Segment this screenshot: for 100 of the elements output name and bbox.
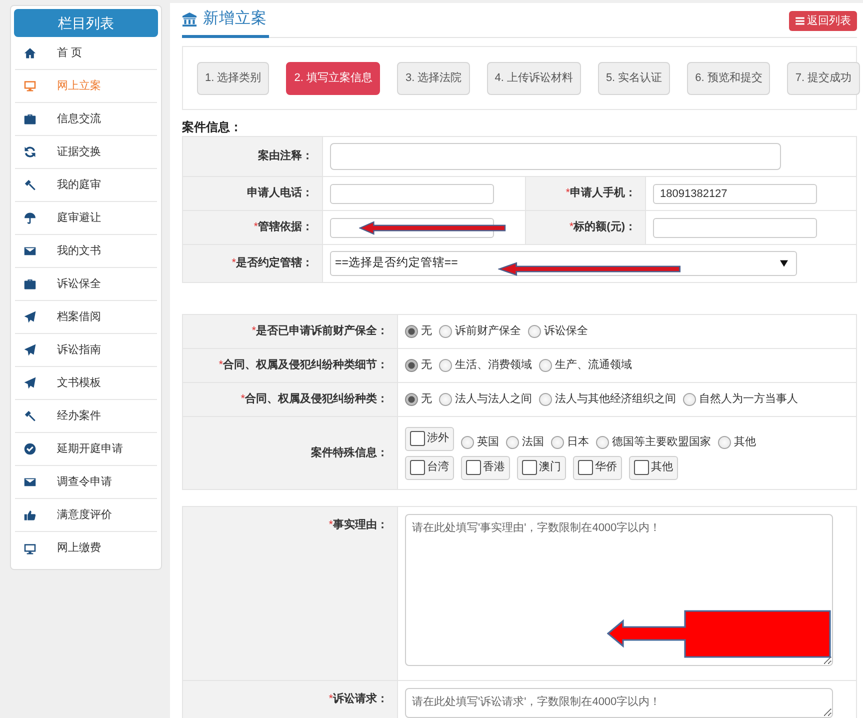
option-label[interactable]: 无 [421, 357, 432, 374]
umbrella-icon [24, 212, 36, 224]
page-title: 新增立案 [203, 8, 267, 30]
gavel-icon [24, 410, 36, 422]
sidebar-item[interactable]: 诉讼指南 [15, 334, 157, 367]
field-label: 案件特殊信息： [182, 416, 398, 490]
briefcase-icon [24, 113, 36, 125]
radio-button[interactable] [439, 325, 452, 338]
checkbox-option[interactable]: 其他 [629, 456, 678, 480]
option-label[interactable]: 法人与法人之间 [455, 391, 532, 408]
paper-plane-icon [24, 344, 36, 356]
briefcase-icon [24, 278, 36, 290]
radio-button[interactable] [539, 359, 552, 372]
field-label: *是否已申请诉前财产保全： [182, 314, 398, 348]
option-label[interactable]: 生活、消费领域 [455, 357, 532, 374]
option-label[interactable]: 德国等主要欧盟国家 [612, 434, 711, 450]
text-input[interactable]: 18091382127 [653, 184, 817, 204]
option-label[interactable]: 诉前财产保全 [455, 323, 521, 340]
step-tab[interactable]: 1. 选择类别 [197, 62, 270, 94]
radio-button[interactable] [405, 325, 418, 338]
sidebar-title: 栏目列表 [14, 9, 158, 37]
checkbox[interactable] [466, 460, 481, 475]
sidebar-item[interactable]: 我的文书 [15, 235, 157, 268]
sidebar-item[interactable]: 我的庭审 [15, 169, 157, 202]
step-tab[interactable]: 2. 填写立案信息 [286, 62, 380, 94]
field-label: *申请人手机： [526, 176, 646, 210]
dropdown-select[interactable]: ==选择是否约定管辖== [330, 251, 797, 276]
checkbox-option[interactable]: 台湾 [405, 456, 454, 480]
option-label[interactable]: 无 [421, 323, 432, 340]
step-tab[interactable]: 5. 实名认证 [598, 62, 670, 94]
sidebar-item[interactable]: 网上缴费 [15, 532, 157, 565]
radio-button[interactable] [551, 436, 564, 449]
section-title: 案件信息： [182, 119, 243, 136]
radio-button[interactable] [539, 393, 552, 406]
option-label[interactable]: 无 [421, 391, 432, 408]
sidebar-item[interactable]: 档案借阅 [15, 301, 157, 334]
radio-button[interactable] [528, 325, 541, 338]
option-label[interactable]: 生产、流通领域 [555, 357, 632, 374]
option-label[interactable]: 法国 [522, 434, 544, 450]
radio-button[interactable] [718, 436, 731, 449]
checkbox-option[interactable]: 澳门 [517, 456, 566, 480]
thumbs-up-icon [24, 509, 36, 521]
field-label: *合同、权属及侵犯纠纷种类： [182, 382, 398, 416]
field-label: 案由注释： [182, 136, 322, 176]
sidebar-item[interactable]: 首 页 [15, 37, 157, 70]
option-label[interactable]: 法人与其他经济组织之间 [555, 391, 676, 408]
checkbox-option[interactable]: 涉外 [405, 426, 454, 450]
sidebar-item[interactable]: 满意度评价 [15, 499, 157, 532]
radio-button[interactable] [405, 393, 418, 406]
paper-plane-icon [24, 377, 36, 389]
radio-button[interactable] [405, 359, 418, 372]
monitor-icon [24, 542, 36, 554]
checkbox[interactable] [634, 460, 649, 475]
paper-plane-icon [24, 311, 36, 323]
sidebar-item[interactable]: 诉讼保全 [15, 268, 157, 301]
envelope-icon [24, 476, 36, 488]
step-tab[interactable]: 7. 提交成功 [787, 62, 860, 94]
checkbox[interactable] [522, 460, 537, 475]
envelope-icon [24, 245, 36, 257]
step-tab[interactable]: 6. 预览和提交 [687, 62, 770, 94]
option-label[interactable]: 英国 [477, 434, 499, 450]
radio-button[interactable] [506, 436, 519, 449]
caret-icon [780, 260, 788, 267]
return-list-button[interactable]: 返回列表 [789, 11, 857, 31]
checkbox-option[interactable]: 香港 [461, 456, 510, 480]
radio-button[interactable] [439, 393, 452, 406]
checkbox-option[interactable]: 华侨 [573, 456, 622, 480]
radio-button[interactable] [461, 436, 474, 449]
radio-button[interactable] [596, 436, 609, 449]
checkbox[interactable] [410, 431, 425, 446]
menu-icon [795, 16, 805, 26]
field-label: *诉讼请求： [182, 680, 398, 718]
sidebar-item[interactable]: 信息交流 [15, 103, 157, 136]
radio-button[interactable] [439, 359, 452, 372]
sidebar-item[interactable]: 文书模板 [15, 367, 157, 400]
field-label: *是否约定管辖： [182, 244, 322, 282]
step-tab[interactable]: 4. 上传诉讼材料 [486, 62, 581, 94]
option-label[interactable]: 日本 [567, 434, 589, 450]
step-tab[interactable]: 3. 选择法院 [397, 62, 470, 94]
refresh-icon [24, 146, 36, 158]
checkbox[interactable] [410, 460, 425, 475]
field-label: *事实理由： [182, 506, 398, 680]
sidebar-item[interactable]: 证据交换 [15, 136, 157, 169]
text-input[interactable] [653, 218, 817, 238]
text-area[interactable]: 请在此处填写'诉讼请求'，字数限制在4000字以内！ [405, 688, 833, 718]
sidebar-item[interactable]: 经办案件 [15, 400, 157, 433]
field-label: *合同、权属及侵犯纠纷种类细节： [182, 348, 398, 382]
text-input[interactable] [330, 143, 781, 170]
option-label[interactable]: 诉讼保全 [544, 323, 588, 340]
sidebar-item[interactable]: 延期开庭申请 [15, 433, 157, 466]
radio-button[interactable] [683, 393, 696, 406]
text-input[interactable] [330, 184, 494, 204]
field-label: *管辖依据： [182, 210, 322, 244]
sidebar-item[interactable]: 调查令申请 [15, 466, 157, 499]
home-icon [24, 47, 36, 59]
monitor-icon [24, 80, 36, 92]
sidebar-item[interactable]: 庭审避让 [15, 202, 157, 235]
option-label[interactable]: 其他 [734, 434, 756, 450]
checkbox[interactable] [578, 460, 593, 475]
option-label[interactable]: 自然人为一方当事人 [699, 391, 798, 408]
